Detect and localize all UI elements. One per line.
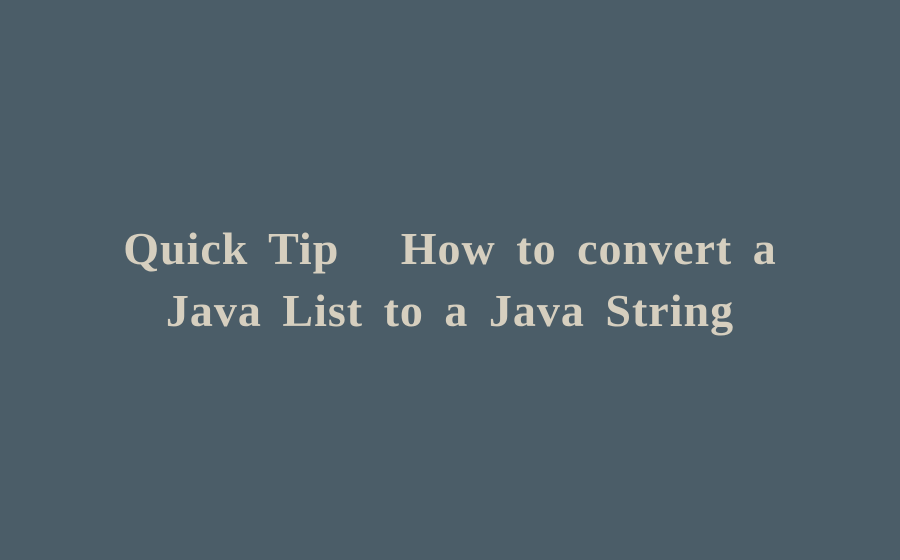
title-text: Quick Tip How to convert a Java List to … xyxy=(108,218,792,342)
title-card: Quick Tip How to convert a Java List to … xyxy=(108,218,792,342)
